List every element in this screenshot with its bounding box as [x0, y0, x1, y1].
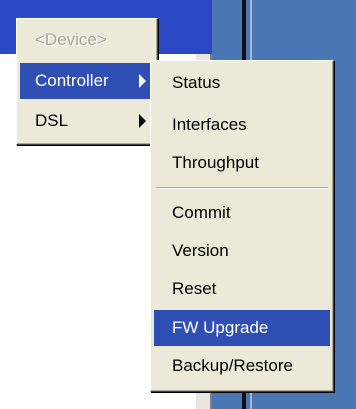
menu-item-fw-upgrade[interactable]: FW Upgrade [154, 310, 330, 346]
context-menu: <Device> Controller DSL [16, 18, 158, 145]
submenu-arrow-icon [139, 74, 146, 88]
menu-item-label: <Device> [35, 30, 107, 49]
menu-item-label: Status [172, 73, 221, 92]
menu-item-device: <Device> [20, 22, 154, 58]
menu-item-label: Reset [172, 279, 217, 298]
menu-item-label: Backup/Restore [172, 356, 293, 375]
menu-item-label: FW Upgrade [172, 318, 269, 337]
menu-item-interfaces[interactable]: Interfaces [154, 107, 330, 143]
menu-item-label: DSL [35, 111, 69, 130]
menu-item-label: Version [172, 241, 229, 260]
menu-item-label: Throughput [172, 153, 259, 172]
menu-item-backup-restore[interactable]: Backup/Restore [154, 348, 330, 384]
menu-item-reset[interactable]: Reset [154, 271, 330, 307]
menu-item-throughput[interactable]: Throughput [154, 145, 330, 181]
menu-item-commit[interactable]: Commit [154, 195, 330, 231]
menu-item-version[interactable]: Version [154, 233, 330, 269]
menu-item-status[interactable]: Status [154, 65, 330, 101]
menu-item-label: Interfaces [172, 115, 247, 134]
menu-item-dsl[interactable]: DSL [20, 103, 154, 139]
submenu-arrow-icon [139, 114, 146, 128]
menu-item-label: Controller [35, 71, 109, 90]
menu-item-controller[interactable]: Controller [20, 63, 154, 99]
controller-submenu: Status Interfaces Throughput Commit Vers… [150, 60, 334, 392]
menu-item-label: Commit [172, 203, 231, 222]
menu-separator [156, 187, 328, 189]
